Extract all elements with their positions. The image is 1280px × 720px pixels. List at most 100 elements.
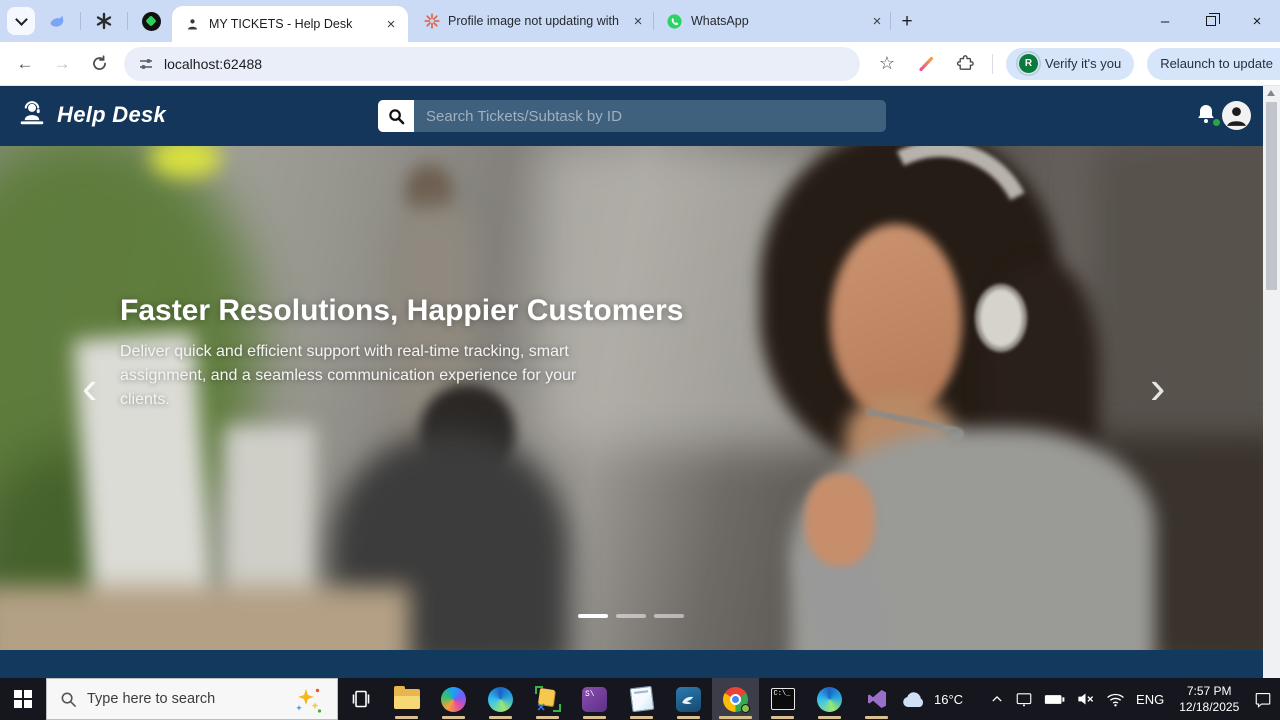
windows-logo-icon xyxy=(14,690,32,708)
avatar-icon xyxy=(1224,103,1249,128)
brand-name: Help Desk xyxy=(57,102,166,128)
running-indicator xyxy=(536,716,559,719)
start-button[interactable] xyxy=(0,678,46,720)
pen-extension-icon[interactable] xyxy=(914,52,938,76)
site-header: Help Desk xyxy=(0,86,1263,146)
taskbar-search-input[interactable] xyxy=(87,691,257,707)
carousel-prev-button[interactable]: ‹ xyxy=(82,364,97,410)
search-icon xyxy=(60,691,77,708)
address-bar[interactable] xyxy=(124,47,860,81)
carousel-next-button[interactable]: › xyxy=(1150,364,1165,410)
tray-expand-button[interactable] xyxy=(990,692,1004,706)
weather-widget[interactable]: 16°C xyxy=(900,689,963,709)
tab-profile-image[interactable]: Profile image not updating with × xyxy=(415,7,647,35)
scrollbar-up-arrow[interactable] xyxy=(1267,90,1275,96)
toolbar-divider xyxy=(992,54,993,74)
tray-wifi-icon[interactable] xyxy=(1106,692,1125,707)
minimize-button[interactable]: – xyxy=(1142,0,1188,42)
taskbar-app-edge[interactable] xyxy=(477,678,524,720)
tab-my-tickets[interactable]: MY TICKETS - Help Desk × xyxy=(172,6,408,42)
taskbar-app-edge-2[interactable] xyxy=(806,678,853,720)
task-view-button[interactable] xyxy=(338,678,383,720)
taskbar-clock[interactable]: 7:57 PM 12/18/2025 xyxy=(1175,683,1243,715)
scrollbar-thumb[interactable] xyxy=(1266,102,1277,290)
taskbar-app-file-explorer[interactable] xyxy=(383,678,430,720)
running-indicator xyxy=(583,716,606,719)
taskbar-search[interactable] xyxy=(46,678,338,720)
taskbar-app-mysql-workbench[interactable] xyxy=(665,678,712,720)
url-input[interactable] xyxy=(164,56,764,72)
taskbar-app-purple-terminal[interactable]: S\ xyxy=(571,678,618,720)
close-icon[interactable]: × xyxy=(382,16,400,33)
carousel-dot-3[interactable] xyxy=(654,614,684,618)
notifications-button[interactable] xyxy=(1194,102,1220,128)
hero-subtitle: Deliver quick and efficient support with… xyxy=(120,340,588,412)
close-icon[interactable]: × xyxy=(868,13,886,30)
tray-volume-muted-icon[interactable] xyxy=(1076,691,1095,707)
pinned-tab-whale[interactable] xyxy=(46,10,68,32)
restore-button[interactable] xyxy=(1188,0,1234,42)
carousel-dot-2[interactable] xyxy=(616,614,646,618)
extensions-puzzle-button[interactable] xyxy=(953,52,977,76)
new-tab-button[interactable]: + xyxy=(894,9,920,35)
search-button[interactable] xyxy=(378,100,414,132)
tab-title: WhatsApp xyxy=(691,14,860,28)
screen: MY TICKETS - Help Desk × Profile image n… xyxy=(0,0,1280,720)
taskbar-app-screen-capture[interactable]: ✕ xyxy=(524,678,571,720)
sparkle-icon xyxy=(293,685,323,715)
running-indicator xyxy=(818,716,841,719)
support-agent-icon xyxy=(16,99,48,131)
tab-divider xyxy=(653,12,654,30)
tray-battery-icon[interactable] xyxy=(1044,693,1065,706)
carousel-dot-1[interactable] xyxy=(578,614,608,618)
visual-studio-icon xyxy=(865,687,889,711)
windows-taskbar: ✕ S\ C:\_ xyxy=(0,678,1280,720)
notification-dot xyxy=(1212,118,1221,127)
action-center-icon xyxy=(1254,691,1272,708)
language-indicator[interactable]: ENG xyxy=(1136,692,1164,707)
close-window-button[interactable]: × xyxy=(1234,0,1280,42)
task-view-icon xyxy=(349,687,373,711)
taskbar-app-notepad[interactable] xyxy=(618,678,665,720)
photo-blob xyxy=(830,224,962,419)
notepad-icon xyxy=(629,686,654,713)
photo-blob xyxy=(0,586,410,650)
pinned-tab-divider xyxy=(80,12,81,30)
tray-cast-icon[interactable] xyxy=(1015,691,1033,707)
support-agent-icon xyxy=(184,16,201,33)
taskbar-app-chrome[interactable] xyxy=(712,678,759,720)
search-icon xyxy=(388,108,405,125)
tune-icon[interactable] xyxy=(138,56,154,72)
reload-button[interactable] xyxy=(87,52,111,76)
clock-date: 12/18/2025 xyxy=(1175,699,1243,715)
verify-its-you-button[interactable]: R Verify it's you xyxy=(1006,48,1134,80)
tab-title: Profile image not updating with xyxy=(448,14,621,28)
profile-avatar-button[interactable] xyxy=(1222,101,1251,130)
screen-capture-icon: ✕ xyxy=(535,686,561,712)
mysql-workbench-icon xyxy=(676,687,701,712)
taskbar-app-copilot[interactable] xyxy=(430,678,477,720)
browser-toolbar: ← → ☆ R Verify it's you Relaunch to upda… xyxy=(0,42,1280,86)
bookmark-star-button[interactable]: ☆ xyxy=(875,52,899,76)
restore-icon xyxy=(1206,16,1216,26)
gem-icon xyxy=(142,12,161,31)
tab-divider xyxy=(890,12,891,30)
chevron-up-icon xyxy=(990,692,1004,706)
whale-icon xyxy=(47,11,67,31)
ticket-search-input[interactable] xyxy=(414,100,886,132)
verify-label: Verify it's you xyxy=(1045,56,1121,71)
taskbar-app-command-prompt[interactable]: C:\_ xyxy=(759,678,806,720)
tab-search-chevron-button[interactable] xyxy=(7,7,35,35)
relaunch-to-update-button[interactable]: Relaunch to update ⋮ xyxy=(1147,48,1280,80)
brand[interactable]: Help Desk xyxy=(16,99,166,131)
page-scrollbar[interactable] xyxy=(1263,86,1280,678)
close-icon[interactable]: × xyxy=(629,13,647,30)
pinned-tab-gem[interactable] xyxy=(140,10,162,32)
action-center-button[interactable] xyxy=(1254,691,1272,708)
pinned-tab-asterisk[interactable] xyxy=(93,10,115,32)
tab-whatsapp[interactable]: WhatsApp × xyxy=(658,7,886,35)
carousel-indicators xyxy=(578,614,684,618)
taskbar-app-visual-studio[interactable] xyxy=(853,678,900,720)
back-button[interactable]: ← xyxy=(13,52,37,76)
clock-time: 7:57 PM xyxy=(1175,683,1243,699)
